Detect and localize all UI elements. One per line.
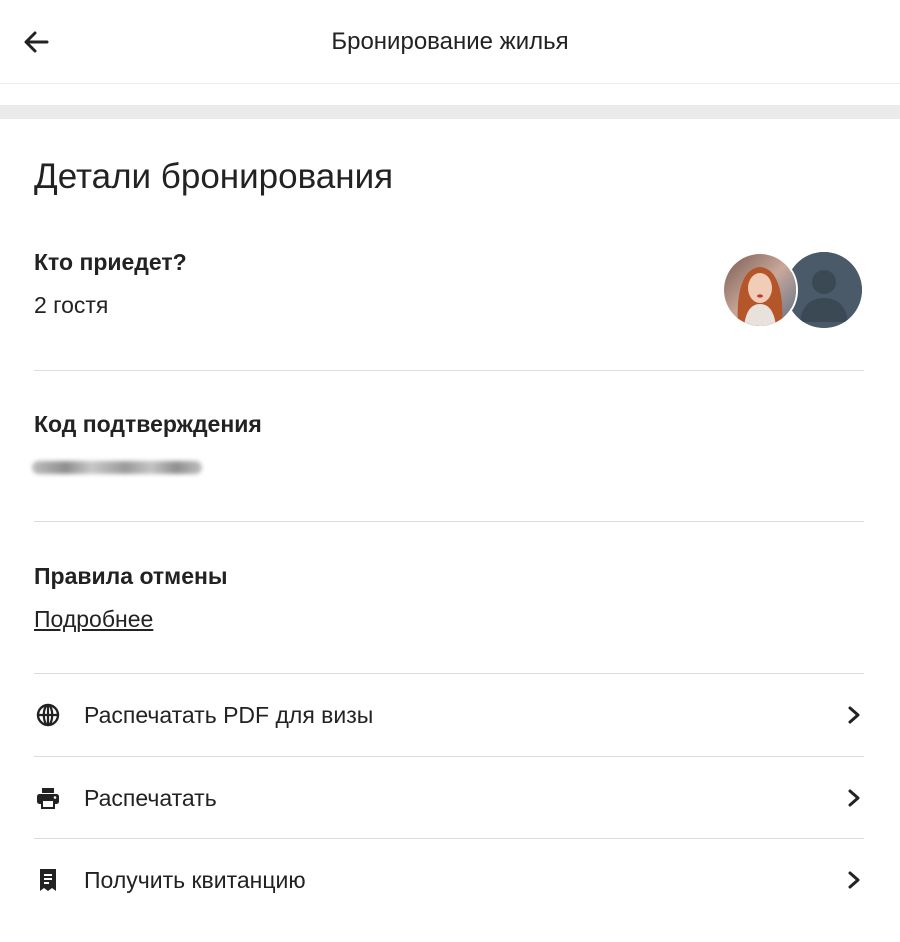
guests-label: Кто приедет?: [34, 249, 187, 275]
confirmation-code-value-blurred: [32, 455, 204, 479]
action-label: Получить квитанцию: [84, 866, 306, 893]
guest-photo-icon: [724, 254, 796, 326]
receipt-icon: [34, 866, 62, 894]
confirmation-code-label: Код подтверждения: [34, 411, 262, 437]
divider: [34, 521, 864, 522]
blurred-code-mask: [32, 460, 202, 474]
action-label: Распечатать: [84, 784, 217, 811]
cancellation-details-link[interactable]: Подробнее: [34, 604, 153, 634]
top-bar: Бронирование жилья: [0, 0, 900, 84]
chevron-right-icon: [844, 788, 864, 808]
divider: [34, 370, 864, 371]
globe-icon: [34, 701, 62, 729]
print-visa-pdf-row[interactable]: Распечатать PDF для визы: [34, 674, 864, 756]
booking-details-title: Детали бронирования: [34, 157, 394, 196]
guests-count: 2 гостя: [34, 292, 109, 318]
page-title: Бронирование жилья: [331, 28, 569, 55]
cancellation-policy-label: Правила отмены: [34, 563, 228, 589]
section-separator: [0, 105, 900, 119]
print-row[interactable]: Распечатать: [34, 757, 864, 839]
guest-avatar-photo[interactable]: [722, 252, 798, 328]
chevron-right-icon: [844, 870, 864, 890]
action-label: Распечатать PDF для визы: [84, 701, 374, 728]
chevron-right-icon: [844, 705, 864, 725]
printer-icon: [34, 784, 62, 812]
get-receipt-row[interactable]: Получить квитанцию: [34, 839, 864, 921]
